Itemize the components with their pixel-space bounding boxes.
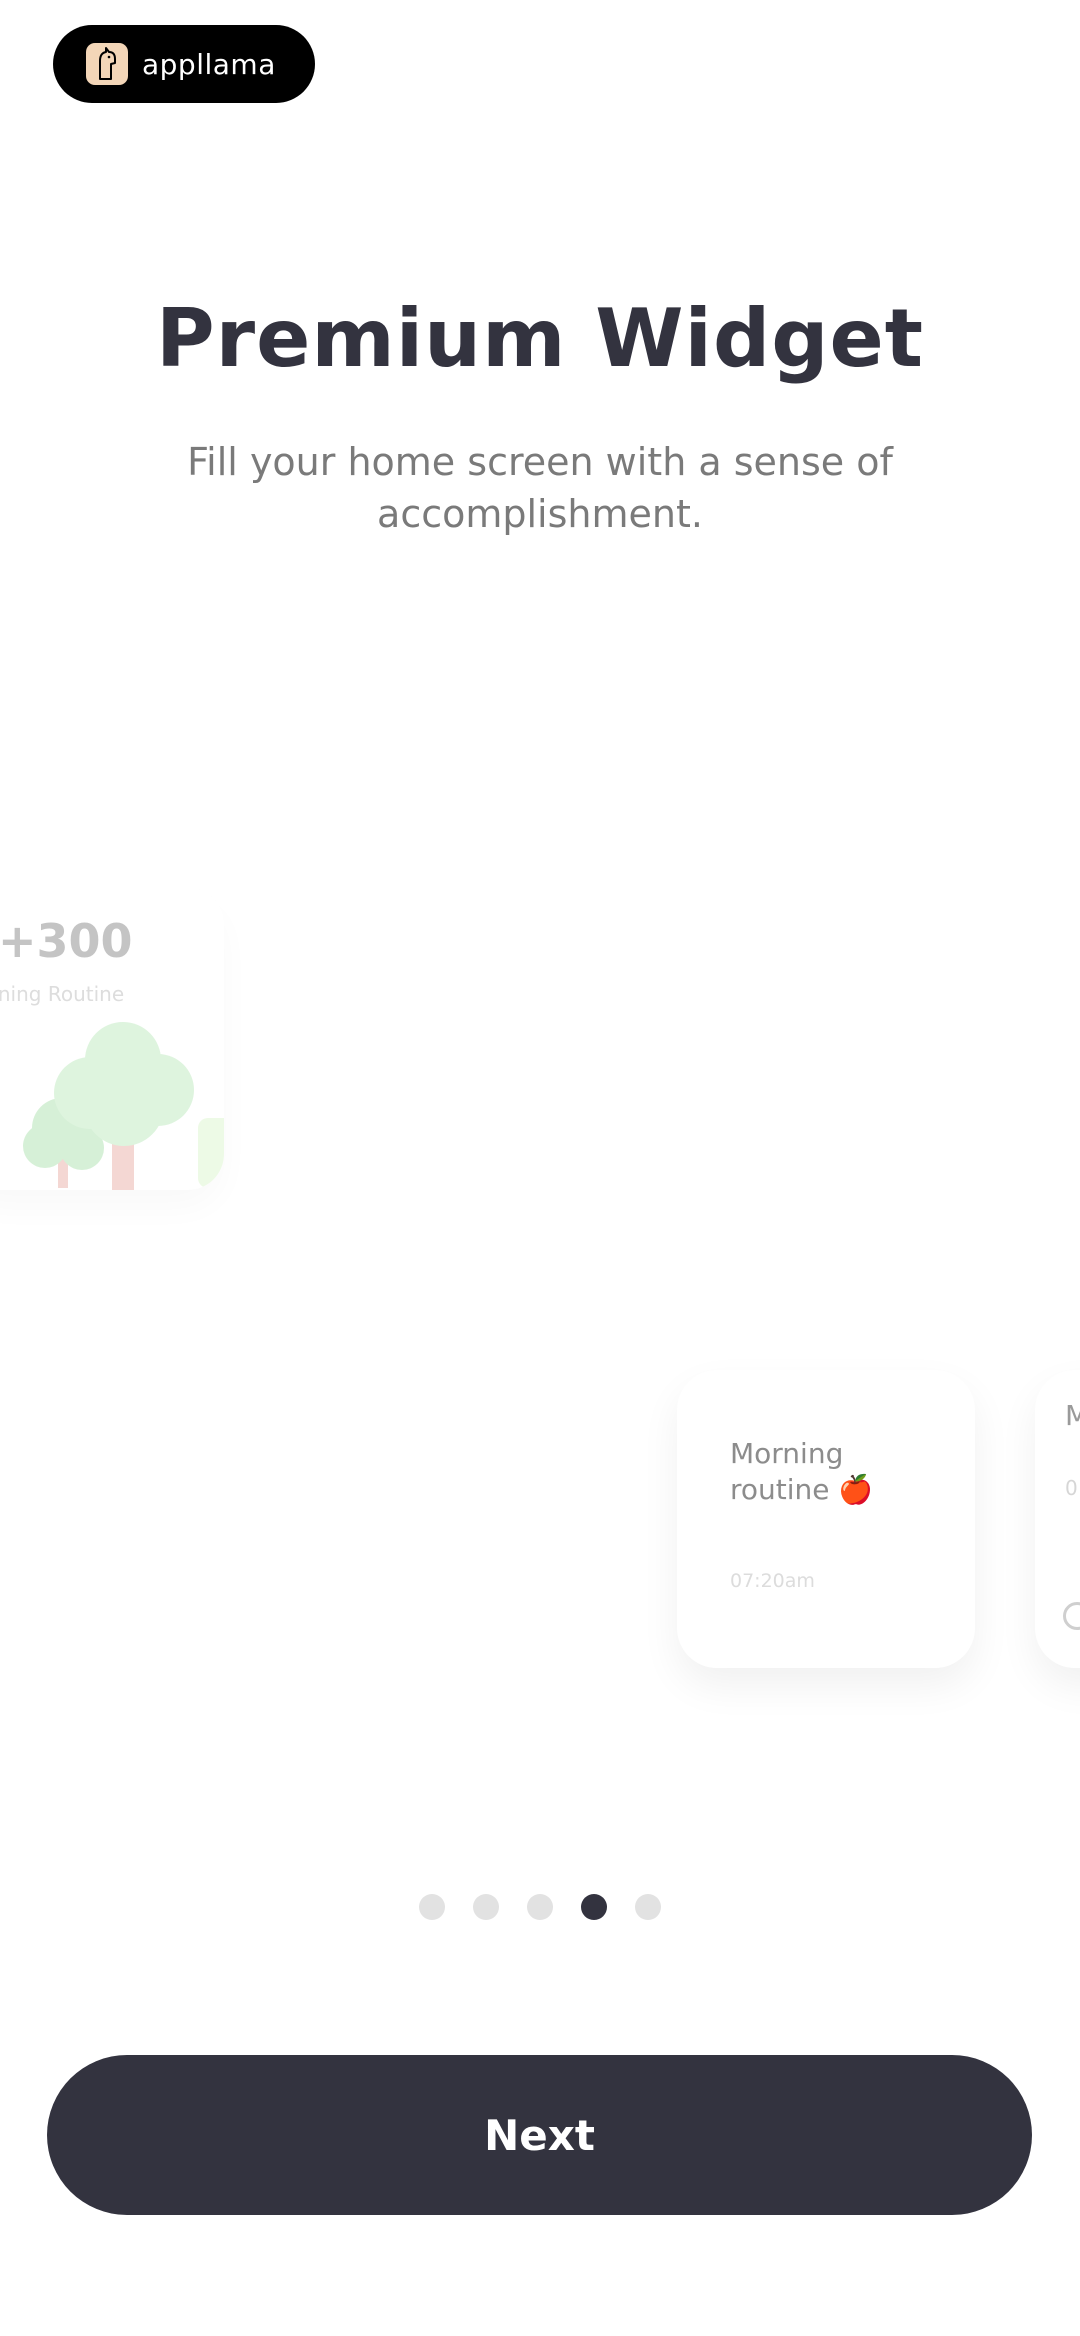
widget-points: +300 <box>0 914 133 968</box>
brand-badge: appllama <box>53 25 315 103</box>
widget-routine-title: Morning routine 🍎 <box>730 1437 874 1506</box>
next-button[interactable]: Next <box>47 2055 1032 2215</box>
widget-card-points: +300 rning Routine <box>0 888 224 1190</box>
circle-icon <box>1063 1602 1080 1630</box>
widget-partial-time: 0 <box>1065 1476 1078 1500</box>
page-title: Premium Widget <box>156 292 924 385</box>
page-dot-5[interactable] <box>635 1894 661 1920</box>
page-indicator <box>0 1894 1080 1920</box>
tree-icon <box>23 1022 224 1190</box>
widget-partial-title: M R <box>1065 1399 1080 1432</box>
page-dot-2[interactable] <box>473 1894 499 1920</box>
llama-icon <box>86 43 128 85</box>
widget-card-partial: M R 0 <box>1035 1370 1080 1668</box>
widget-routine-label: rning Routine <box>0 982 125 1006</box>
widget-card-routine: Morning routine 🍎 07:20am <box>677 1370 975 1668</box>
brand-name: appllama <box>142 47 276 81</box>
page-dot-1[interactable] <box>419 1894 445 1920</box>
onboarding-screen: appllama Premium Widget Fill your home s… <box>0 0 1080 2336</box>
page-dot-3[interactable] <box>527 1894 553 1920</box>
page-subtitle: Fill your home screen with a sense of ac… <box>187 440 893 536</box>
widget-routine-time: 07:20am <box>730 1570 815 1592</box>
page-dot-4-active[interactable] <box>581 1894 607 1920</box>
